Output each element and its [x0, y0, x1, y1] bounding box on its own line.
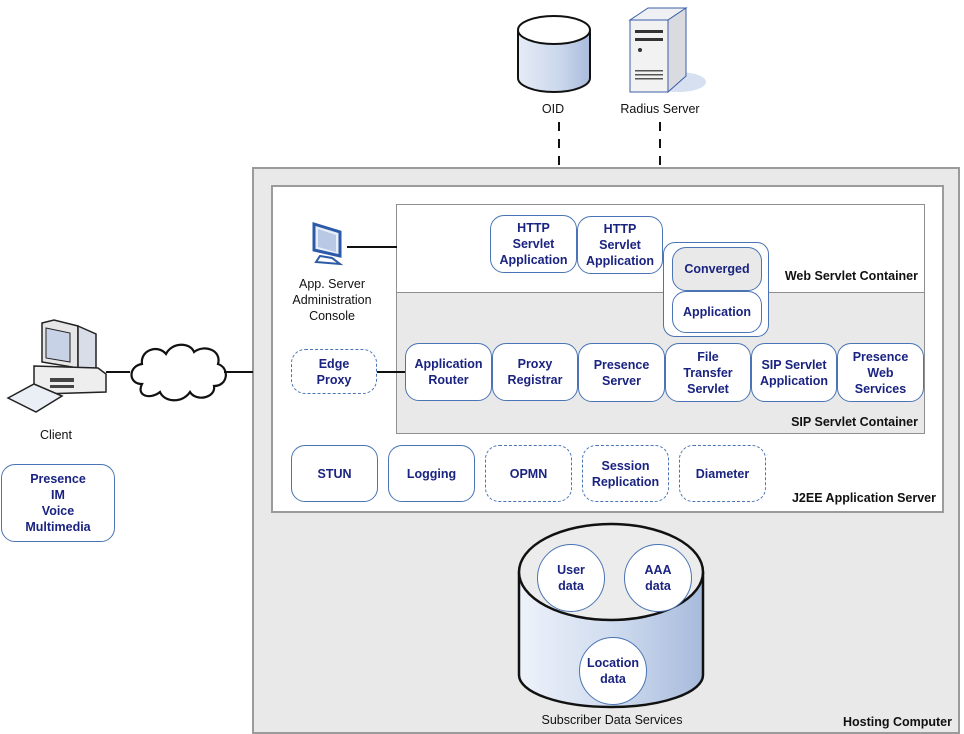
- admin-console-link: [347, 246, 397, 248]
- desktop-computer-icon: [6, 319, 107, 413]
- sip-app-proxy-registrar[interactable]: Proxy Registrar: [492, 343, 578, 401]
- sip-app-presence-server[interactable]: Presence Server: [578, 343, 665, 402]
- converged-label-box: Converged: [672, 247, 762, 291]
- oid-link: [558, 122, 560, 168]
- service-session-replication[interactable]: Session Replication: [582, 445, 669, 502]
- subscriber-data-label: Subscriber Data Services: [541, 713, 683, 727]
- database-icon: [517, 15, 591, 93]
- edge-proxy[interactable]: Edge Proxy: [291, 349, 377, 394]
- store-aaa-data[interactable]: AAA data: [624, 544, 692, 612]
- admin-console-label: App. Server Administration Console: [292, 277, 372, 323]
- server-tower-icon: [628, 7, 706, 94]
- sip-app-file-transfer-servlet[interactable]: File Transfer Servlet: [665, 343, 751, 402]
- service-opmn[interactable]: OPMN: [485, 445, 572, 502]
- cloud-icon: [130, 343, 227, 402]
- store-location-data[interactable]: Location data: [579, 637, 647, 705]
- http-servlet-app-2[interactable]: HTTP Servlet Application: [577, 216, 663, 274]
- client-to-cloud-link: [106, 371, 130, 373]
- client-services-box: Presence IM Voice Multimedia: [1, 464, 115, 542]
- web-container-label: Web Servlet Container: [784, 269, 918, 283]
- radius-link: [659, 122, 661, 168]
- monitor-icon: [312, 221, 344, 266]
- sip-app-application-router[interactable]: Application Router: [405, 343, 492, 401]
- sip-app-sip-servlet-application[interactable]: SIP Servlet Application: [751, 343, 837, 402]
- radius-server-label: Radius Server: [620, 102, 700, 116]
- service-logging[interactable]: Logging: [388, 445, 475, 502]
- client-label: Client: [40, 428, 72, 442]
- sip-app-presence-web-services[interactable]: Presence Web Services: [837, 343, 924, 402]
- http-servlet-app-1[interactable]: HTTP Servlet Application: [490, 215, 577, 273]
- edge-proxy-link: [377, 371, 405, 373]
- sip-container-label: SIP Servlet Container: [791, 415, 918, 429]
- application-label-box: Application: [672, 291, 762, 333]
- cloud-to-host-link: [224, 371, 253, 373]
- hosting-computer-label: Hosting Computer: [842, 715, 952, 729]
- oid-label: OID: [541, 102, 565, 116]
- store-user-data[interactable]: User data: [537, 544, 605, 612]
- service-diameter[interactable]: Diameter: [679, 445, 766, 502]
- j2ee-label: J2EE Application Server: [791, 491, 936, 505]
- service-stun[interactable]: STUN: [291, 445, 378, 502]
